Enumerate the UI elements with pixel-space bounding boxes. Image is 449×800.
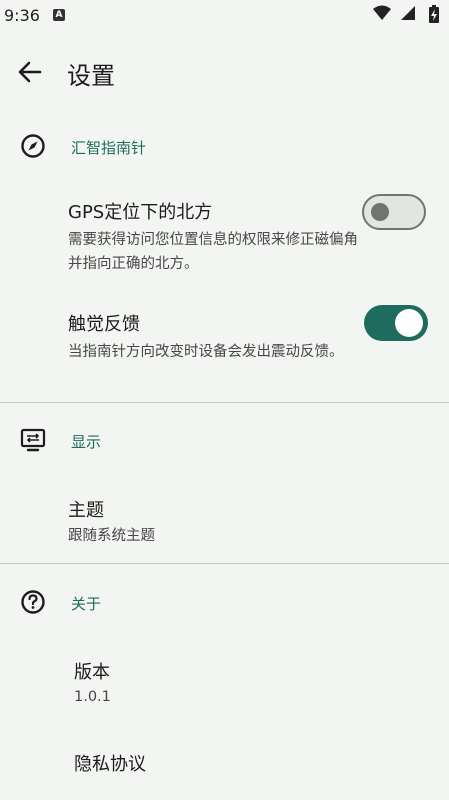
wifi-icon — [373, 5, 391, 20]
display-settings-icon — [20, 428, 46, 452]
section-title-display: 显示 — [71, 433, 102, 451]
page-title: 设置 — [67, 62, 115, 90]
status-time: 9:36 — [4, 6, 40, 25]
switch-thumb — [395, 309, 423, 337]
section-header-compass: 汇智指南针 — [0, 132, 449, 162]
pref-summary: 跟随系统主题 — [68, 528, 155, 544]
pref-title: 隐私协议 — [74, 754, 146, 775]
haptic-feedback-switch[interactable] — [364, 305, 428, 341]
section-header-display: 显示 — [0, 426, 449, 456]
gps-north-switch[interactable] — [362, 194, 426, 230]
arrow-back-icon — [18, 61, 42, 83]
section-divider — [0, 563, 449, 564]
pref-theme[interactable]: 主题 跟随系统主题 — [0, 486, 449, 552]
switch-thumb — [371, 203, 389, 221]
pref-summary: 需要获得访问您位置信息的权限来修正磁偏角并指向正确的北方。 — [68, 232, 358, 272]
notification-a-icon: A — [53, 9, 65, 21]
section-title-compass: 汇智指南针 — [71, 139, 147, 157]
pref-title: 主题 — [68, 500, 104, 521]
section-divider — [0, 402, 449, 403]
app-bar: 设置 — [0, 46, 449, 98]
status-bar: 9:36 A — [0, 0, 449, 32]
pref-privacy-policy[interactable]: 隐私协议 — [0, 740, 449, 790]
section-title-about: 关于 — [71, 595, 102, 613]
pref-summary: 当指南针方向改变时设备会发出震动反馈。 — [68, 344, 344, 360]
pref-title: GPS定位下的北方 — [68, 202, 213, 223]
section-header-about: 关于 — [0, 588, 449, 618]
pref-version[interactable]: 版本 1.0.1 — [0, 648, 449, 714]
signal-icon — [401, 6, 415, 20]
battery-icon — [429, 5, 439, 23]
pref-haptic-feedback[interactable]: 触觉反馈 当指南针方向改变时设备会发出震动反馈。 — [0, 300, 449, 392]
compass-icon — [21, 134, 45, 158]
pref-title: 触觉反馈 — [68, 314, 140, 335]
pref-title: 版本 — [74, 662, 110, 683]
back-button[interactable] — [12, 54, 48, 90]
pref-summary: 1.0.1 — [74, 689, 111, 705]
help-icon — [21, 590, 45, 614]
pref-gps-north[interactable]: GPS定位下的北方 需要获得访问您位置信息的权限来修正磁偏角并指向正确的北方。 — [0, 188, 449, 280]
